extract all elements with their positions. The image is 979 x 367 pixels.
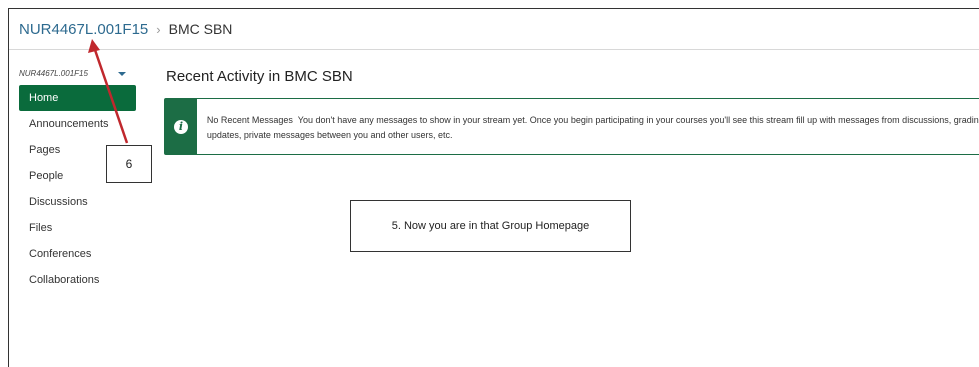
app-window: NUR4467L.001F15 › BMC SBN NUR4467L.001F1… — [8, 8, 979, 367]
annotation-arrow — [88, 39, 129, 144]
annotation-arrow-line — [92, 46, 129, 144]
annotation-arrow-head — [88, 39, 100, 53]
